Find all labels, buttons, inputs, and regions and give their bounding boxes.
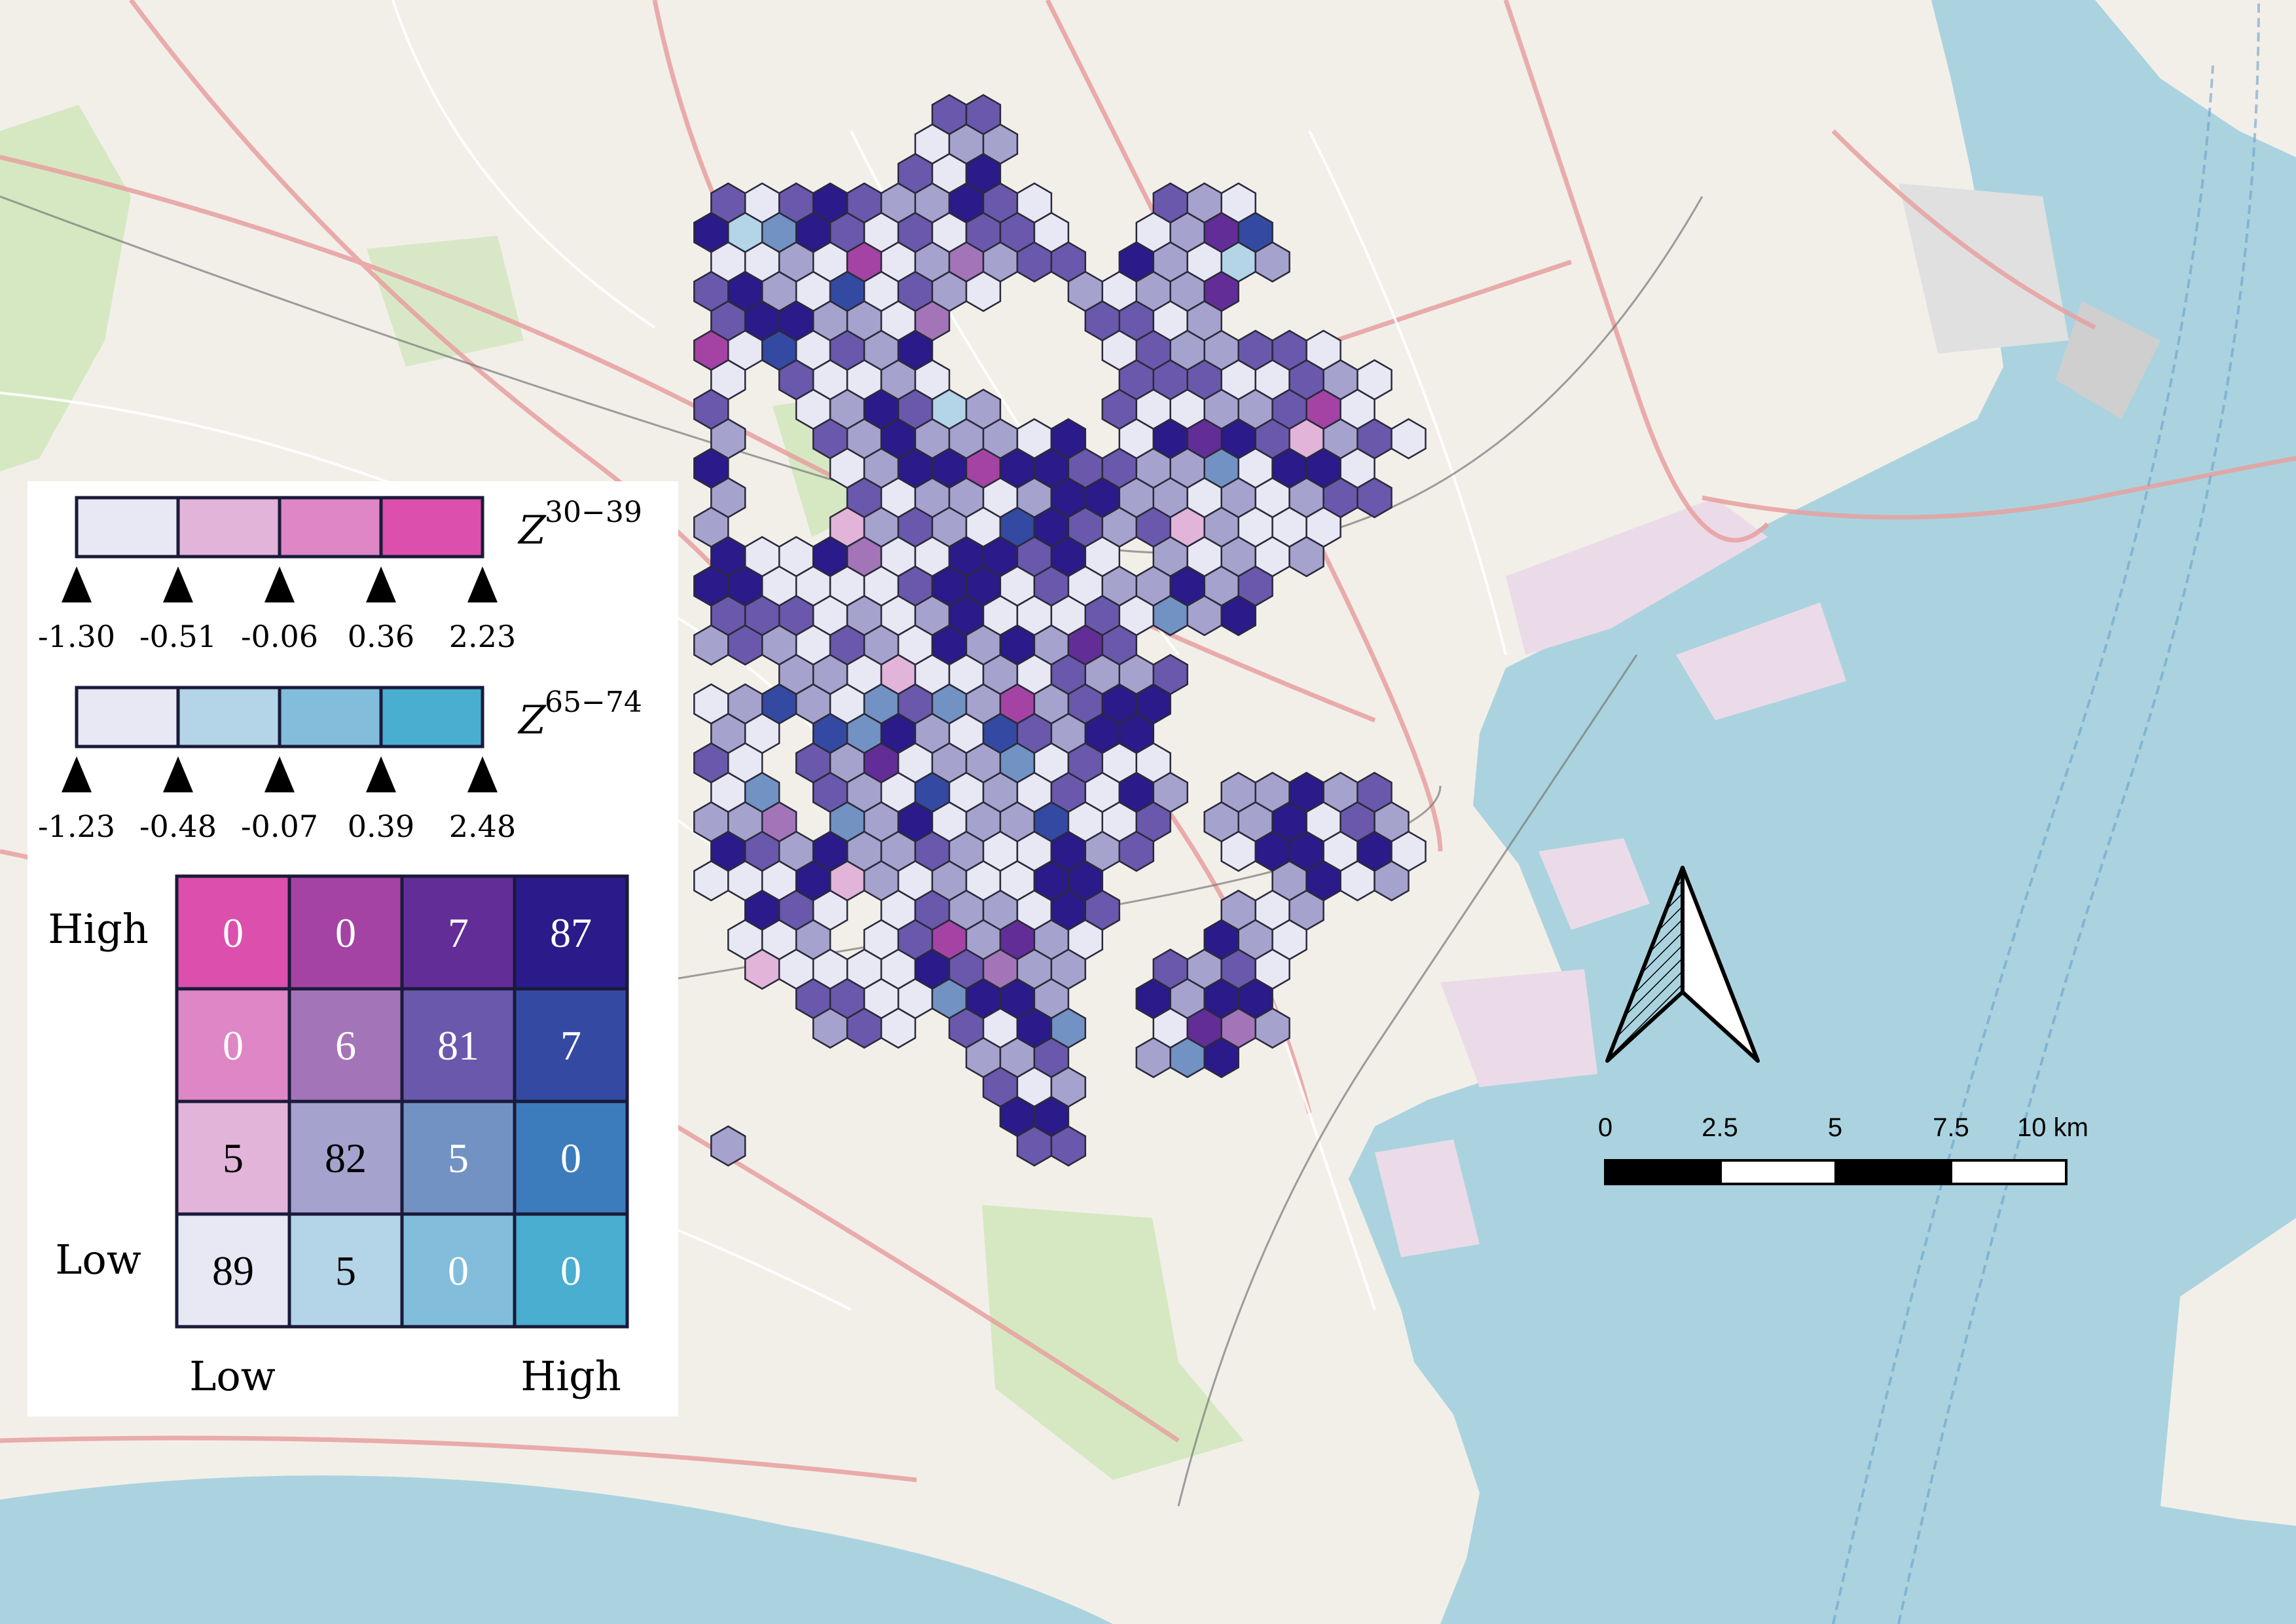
scalebar-segment-white: [1950, 1159, 2068, 1185]
scalebar-segment-white: [1719, 1159, 1837, 1185]
matrix-cell-count: 0: [448, 1247, 469, 1294]
legend-z3039: Z 30−39 -1.30 -0.51 -0.06 0.36 2.23: [38, 496, 642, 654]
legend-z6574: Z 65−74 -1.23 -0.48 -0.07 0.39 2.48: [38, 686, 642, 844]
legend-tick-marker: [163, 566, 193, 602]
legend-panel: Z 30−39 -1.30 -0.51 -0.06 0.36 2.23 Z 65…: [27, 481, 678, 1416]
legend-tick-marker: [467, 566, 498, 602]
legend-tick-marker: [366, 756, 396, 792]
north-arrow: [1605, 866, 1760, 1063]
legend-z6574-swatch-1: [75, 686, 180, 748]
legend-axis-x-low: Low: [189, 1352, 276, 1400]
legend-bivariate-matrix: 0 0 7 87 0 6 81 7 5 82 5 0 89 5 0 0: [175, 874, 629, 1329]
matrix-cell-count: 0: [335, 910, 356, 956]
matrix-cell-count: 5: [448, 1135, 469, 1181]
legend-z3039-break: -1.30: [38, 619, 115, 654]
legend-z6574-break: -1.23: [38, 809, 115, 844]
legend-tick-marker: [264, 566, 295, 602]
legend-tick-marker: [62, 566, 92, 602]
legend-axis-y-high: High: [48, 905, 149, 953]
legend-z6574-break: 0.39: [348, 809, 414, 844]
legend-z6574-break: 2.48: [449, 809, 516, 844]
matrix-cell-count: 5: [223, 1135, 244, 1181]
legend-z3039-swatch-3: [278, 496, 383, 559]
legend-axis-y-low: Low: [55, 1236, 141, 1283]
matrix-cell-count: 81: [437, 1022, 479, 1069]
legend-tick-marker: [163, 756, 193, 792]
legend-tick-marker: [62, 756, 92, 792]
scalebar-label: 5: [1828, 1113, 1842, 1142]
matrix-cell-count: 0: [560, 1135, 581, 1181]
legend-z3039-symbol: Z: [517, 507, 547, 553]
matrix-cell-count: 0: [560, 1247, 581, 1294]
legend-z6574-break: -0.07: [241, 809, 318, 844]
legend-tick-marker: [467, 756, 498, 792]
scalebar-segment-black: [1604, 1159, 1722, 1185]
matrix-cell-count: 0: [223, 1022, 244, 1069]
matrix-cell-count: 87: [550, 910, 592, 956]
matrix-cell-count: 82: [325, 1135, 367, 1181]
legend-z3039-break: 0.36: [348, 619, 414, 654]
legend-z6574-superscript: 65−74: [545, 686, 642, 719]
north-arrow-white-half: [1681, 866, 1760, 1063]
scale-bar: 0 2.5 5 7.5 10 km: [1598, 1113, 2088, 1185]
matrix-cell-count: 7: [448, 910, 469, 956]
matrix-cell-count: 6: [335, 1022, 356, 1069]
legend-z3039-swatch-1: [75, 496, 180, 559]
matrix-cell-count: 5: [335, 1247, 356, 1294]
legend-z3039-superscript: 30−39: [545, 496, 642, 529]
scalebar-segment-black: [1834, 1159, 1952, 1185]
legend-z6574-swatch-2: [176, 686, 282, 748]
legend-tick-marker: [366, 566, 396, 602]
legend-z6574-break: -0.48: [139, 809, 217, 844]
matrix-cell-count: 7: [560, 1022, 581, 1069]
legend-axis-x-high: High: [520, 1352, 621, 1400]
legend-z3039-swatch-2: [176, 496, 282, 559]
legend-tick-marker: [264, 756, 295, 792]
legend-z6574-swatch-3: [278, 686, 383, 748]
north-arrow-hatched-half: [1605, 866, 1685, 1063]
scalebar-label: 2.5: [1702, 1113, 1738, 1142]
legend-z6574-symbol: Z: [517, 697, 547, 743]
legend-z3039-break: -0.06: [241, 619, 318, 654]
legend-z3039-swatch-4: [379, 496, 484, 559]
matrix-cell-count: 89: [212, 1247, 254, 1294]
scalebar-label: 7.5: [1933, 1113, 1969, 1142]
legend-z6574-swatch-4: [379, 686, 484, 748]
legend-z3039-break: -0.51: [139, 619, 217, 654]
scalebar-label: 10 km: [2017, 1113, 2088, 1142]
matrix-cell-count: 0: [223, 910, 244, 956]
scalebar-label: 0: [1598, 1113, 1613, 1142]
legend-z3039-break: 2.23: [449, 619, 516, 654]
